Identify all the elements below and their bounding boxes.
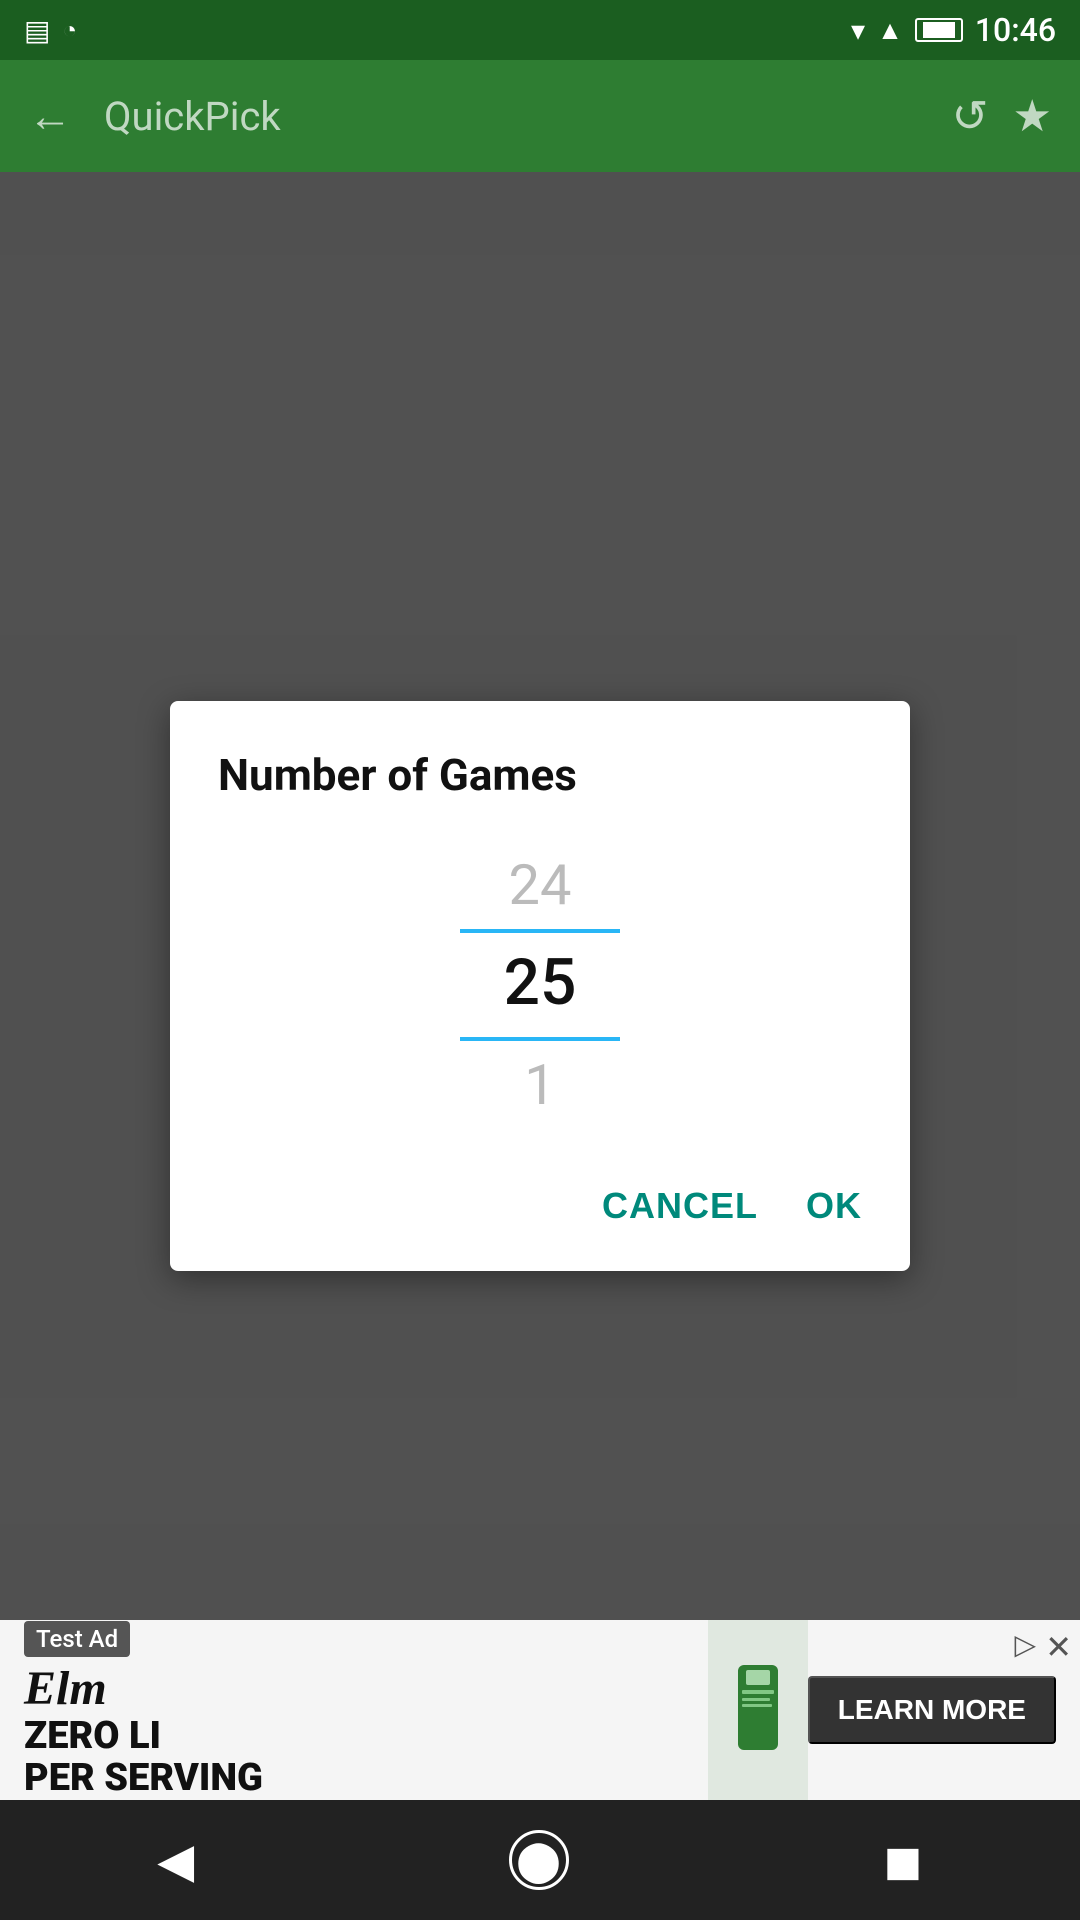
number-of-games-dialog: Number of Games 24 25 1 CANCEL OK	[170, 701, 910, 1272]
dialog-actions: CANCEL OK	[218, 1177, 862, 1235]
number-spinner[interactable]: 24 25 1	[218, 841, 862, 1130]
nav-bar: ◀ ⬤ ◼	[0, 1800, 1080, 1920]
ad-close-icon[interactable]: ✕	[1045, 1628, 1072, 1666]
ad-arrow-icon: ▷	[1014, 1628, 1036, 1661]
app-bar: ← QuickPick ↺ ★	[0, 60, 1080, 172]
status-bar: ▤ ◔ ▾ ▲ 10:46	[0, 0, 1080, 60]
star-button[interactable]: ★	[1013, 90, 1052, 142]
wifi-icon: ▾	[851, 14, 865, 47]
spinner-above: 24	[509, 841, 572, 930]
refresh-button[interactable]: ↺	[952, 90, 989, 142]
nav-home-icon[interactable]: ⬤	[509, 1830, 569, 1890]
signal-icon: ▲	[877, 15, 903, 46]
ad-brand: Elm	[24, 1661, 684, 1716]
nav-recents-icon[interactable]: ◼	[883, 1832, 923, 1889]
back-button[interactable]: ←	[28, 90, 72, 142]
dialog-backdrop: Number of Games 24 25 1 CANCEL OK	[0, 172, 1080, 1800]
ad-product-image	[708, 1620, 808, 1800]
ok-button[interactable]: OK	[806, 1177, 862, 1235]
app-title: QuickPick	[96, 93, 928, 140]
ad-text-line1: ZERO LI	[24, 1716, 684, 1758]
sync-icon: ◔	[62, 16, 77, 45]
ad-left-content: Test Ad Elm ZERO LI PER SERVING	[0, 1620, 708, 1800]
nav-back-icon[interactable]: ◀	[157, 1832, 194, 1889]
ad-badge: Test Ad	[24, 1621, 130, 1657]
battery-icon	[915, 18, 963, 42]
ad-text-line2: PER SERVING	[24, 1758, 684, 1800]
status-time: 10:46	[975, 11, 1056, 49]
learn-more-button[interactable]: LEARN MORE	[808, 1676, 1056, 1744]
status-bar-right: ▾ ▲ 10:46	[851, 11, 1056, 49]
cancel-button[interactable]: CANCEL	[602, 1177, 758, 1235]
status-bar-left: ▤ ◔	[24, 14, 77, 47]
ad-banner: Test Ad Elm ZERO LI PER SERVING LEARN MO…	[0, 1620, 1080, 1800]
dialog-title: Number of Games	[218, 749, 862, 801]
spinner-below: 1	[524, 1041, 555, 1130]
sim-card-icon: ▤	[24, 14, 50, 47]
spinner-selected: 25	[504, 933, 577, 1032]
